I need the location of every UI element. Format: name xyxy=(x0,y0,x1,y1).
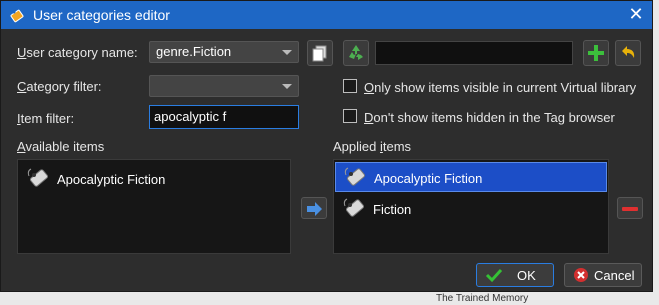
only-visible-checkbox[interactable] xyxy=(343,79,357,93)
recycle-icon xyxy=(349,45,363,60)
label-accesskey: O xyxy=(364,80,375,95)
item-filter-value: apocalyptic f xyxy=(154,109,227,124)
label-text: tems xyxy=(382,139,412,154)
list-item[interactable]: Fiction xyxy=(335,194,607,224)
only-visible-label: Only show items visible in current Virtu… xyxy=(364,80,636,95)
title-bar: User categories editor ✕ xyxy=(1,1,652,29)
list-item[interactable]: Apocalyptic Fiction xyxy=(335,162,607,192)
background-window xyxy=(0,292,659,305)
category-name-value: genre.Fiction xyxy=(156,44,232,59)
category-name-label: User category name: xyxy=(17,45,138,60)
plus-icon xyxy=(588,45,604,61)
label-accesskey: U xyxy=(17,45,27,60)
apply-item-button[interactable] xyxy=(301,197,327,219)
tag-icon xyxy=(344,167,366,186)
item-filter-input[interactable]: apocalyptic f xyxy=(149,105,299,129)
available-items-label: Available items xyxy=(17,139,104,154)
label-text: nly show items visible in current Virtua… xyxy=(374,80,637,95)
copy-category-button[interactable] xyxy=(307,40,333,66)
label-text: tem filter: xyxy=(20,111,75,126)
chevron-down-icon xyxy=(282,84,292,89)
close-icon[interactable]: ✕ xyxy=(626,4,646,24)
check-icon xyxy=(485,268,503,283)
ok-label: OK xyxy=(517,268,536,283)
remove-item-button[interactable] xyxy=(617,197,643,219)
list-item-label: Fiction xyxy=(373,202,412,217)
list-item-label: Apocalyptic Fiction xyxy=(374,171,483,186)
list-item[interactable]: Apocalyptic Fiction xyxy=(19,164,289,194)
label-accesskey: C xyxy=(17,79,27,94)
applied-items-label: Applied items xyxy=(333,139,411,154)
cancel-button[interactable]: Cancel xyxy=(564,263,642,287)
dont-show-hidden-checkbox[interactable] xyxy=(343,109,357,123)
tag-icon xyxy=(10,9,24,23)
cancel-icon xyxy=(574,268,588,282)
available-items-list[interactable]: Apocalyptic Fiction xyxy=(17,159,291,254)
applied-items-list[interactable]: Apocalyptic Fiction Fiction xyxy=(333,159,609,254)
category-filter-label: Category filter: xyxy=(17,79,102,94)
add-category-button[interactable] xyxy=(583,40,609,66)
category-name-combo[interactable]: genre.Fiction xyxy=(149,41,299,63)
label-text: ser category name: xyxy=(26,45,138,60)
label-text: Applied xyxy=(333,139,380,154)
label-accesskey: D xyxy=(364,110,374,125)
label-text: vailable items xyxy=(25,139,105,154)
delete-category-button[interactable] xyxy=(343,40,369,66)
minus-icon xyxy=(622,207,638,211)
chevron-down-icon xyxy=(282,50,292,55)
dialog-window: User categories editor ✕ User category n… xyxy=(0,0,653,292)
undo-button[interactable] xyxy=(615,40,641,66)
label-text: on't show items hidden in the Tag browse… xyxy=(373,110,615,125)
background-text: The Trained Memory xyxy=(436,293,529,304)
undo-icon xyxy=(622,46,635,58)
window-title: User categories editor xyxy=(33,7,170,23)
cancel-label: Cancel xyxy=(594,268,635,283)
dont-show-hidden-label: Don't show items hidden in the Tag brows… xyxy=(364,110,615,125)
item-filter-label: Item filter: xyxy=(17,111,74,126)
label-text: ategory filter: xyxy=(26,79,102,94)
list-item-label: Apocalyptic Fiction xyxy=(57,172,166,187)
copy-icon xyxy=(312,45,327,62)
new-category-input[interactable] xyxy=(375,41,573,65)
arrow-right-icon xyxy=(307,202,322,216)
tag-icon xyxy=(27,168,49,187)
tag-icon xyxy=(343,198,365,217)
ok-button[interactable]: OK xyxy=(476,263,554,287)
category-filter-combo[interactable] xyxy=(149,75,299,97)
